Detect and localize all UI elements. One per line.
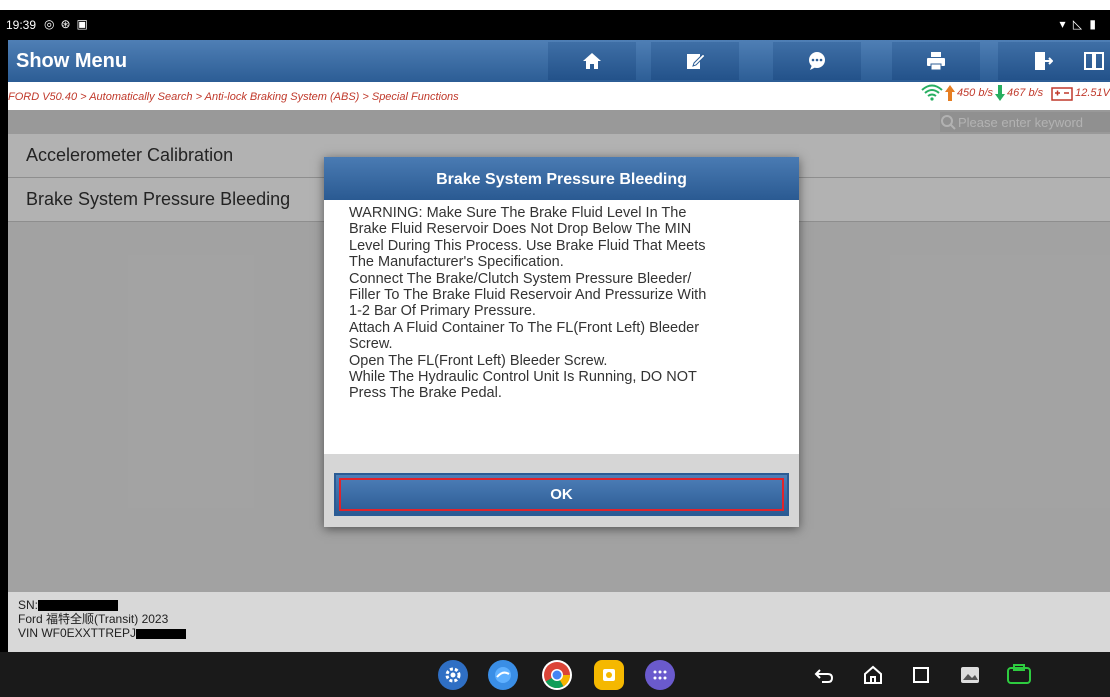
print-icon [927, 52, 945, 71]
brake-bleeding-dialog: Brake System Pressure Bleeding WARNING: … [324, 157, 799, 527]
gallery-button[interactable] [957, 662, 983, 688]
wifi-status-icon: ▾ [1059, 17, 1068, 31]
dialog-message: WARNING: Make Sure The Brake Fluid Level… [349, 205, 789, 402]
app-toolbar: Show Menu [8, 40, 1110, 82]
dialog-line: The Manufacturer's Specification. [349, 254, 564, 271]
breadcrumb: FORD V50.40 > Automatically Search > Ant… [8, 91, 459, 103]
settings-app-button[interactable] [438, 660, 468, 690]
upload-arrow-icon [944, 85, 955, 101]
ok-button[interactable]: OK [334, 473, 789, 516]
status-time: 19:39 [6, 18, 37, 32]
vci-button[interactable] [1006, 662, 1032, 688]
edit-button[interactable] [651, 42, 739, 80]
toolbar-title: Show Menu [16, 50, 128, 72]
home-button[interactable] [548, 42, 636, 80]
redacted-vin [136, 628, 187, 639]
top-margin [0, 0, 1110, 10]
dialog-line: Press The Brake Pedal. [349, 385, 502, 402]
bluetooth-icon: ⊛ [60, 17, 71, 31]
download-rate: 467 b/s [1007, 87, 1044, 99]
vci-icon [1007, 664, 1031, 684]
connection-status: 450 b/s 467 b/s 12.51V [921, 84, 1110, 102]
dialog-line: Connect The Brake/Clutch System Pressure… [349, 270, 692, 287]
upload-rate: 450 b/s [956, 87, 994, 99]
diagnostic-app-button[interactable] [594, 660, 624, 690]
dialog-line: Level During This Process. Use Brake Flu… [349, 237, 706, 254]
sn-label: SN: [18, 598, 39, 612]
dialog-line: Filler To The Brake Fluid Reservoir And … [349, 287, 707, 304]
dialog-title: Brake System Pressure Bleeding [324, 157, 799, 200]
chrome-icon [544, 662, 571, 689]
battery-icon: ▮ [1089, 17, 1098, 31]
gear-icon [445, 667, 461, 683]
exit-icon [1035, 52, 1053, 70]
dialog-line: While The Hydraulic Control Unit Is Runn… [349, 369, 697, 386]
battery-voltage-icon [1051, 87, 1073, 101]
signal-icon: ◺ [1072, 17, 1085, 31]
android-status-bar: 19:39 ◎ ⊛ ▣ ▾ ◺ ▮ [0, 10, 1110, 40]
dialog-line: WARNING: Make Sure The Brake Fluid Level… [349, 205, 687, 221]
dialog-line: Open The FL(Front Left) Bleeder Screw. [349, 352, 608, 369]
dialog-line: Brake Fluid Reservoir Does Not Drop Belo… [349, 221, 692, 238]
exit-button[interactable] [998, 42, 1086, 80]
message-icon: ◎ [44, 17, 55, 31]
back-icon [814, 669, 834, 683]
battery-voltage: 12.51V [1075, 87, 1110, 99]
browser-icon [495, 667, 511, 683]
dialog-line: Attach A Fluid Container To The FL(Front… [349, 319, 700, 336]
recents-button[interactable] [908, 662, 934, 688]
recents-icon [913, 667, 929, 683]
chrome-app-button[interactable] [542, 660, 572, 690]
dialog-line: 1-2 Bar Of Primary Pressure. [349, 303, 536, 320]
print-button[interactable] [892, 42, 980, 80]
app-drawer-icon [653, 670, 667, 680]
split-view-icon [1084, 52, 1104, 70]
card-icon: ▣ [76, 17, 88, 31]
home-nav-icon [864, 665, 882, 684]
home-nav-button[interactable] [860, 662, 886, 688]
vehicle-info: SN: Ford 福特全顺(Transit) 2023 VIN WF0EXXTT… [8, 592, 1110, 652]
dialog-line: Screw. [349, 336, 393, 353]
breadcrumb-bar: FORD V50.40 > Automatically Search > Ant… [8, 82, 1110, 110]
download-arrow-icon [995, 85, 1006, 101]
android-nav-bar [0, 652, 1110, 697]
dialog-footer: OK [324, 454, 799, 527]
vin-label: VIN WF0EXXTTREPJ [18, 626, 137, 640]
home-icon [583, 53, 601, 69]
edit-icon [687, 53, 706, 69]
split-view-button[interactable] [1078, 42, 1110, 80]
wifi-icon [921, 84, 943, 101]
redacted-sn [38, 600, 119, 612]
app-drawer-button[interactable] [645, 660, 675, 690]
chat-button[interactable] [773, 42, 861, 80]
back-button[interactable] [811, 662, 837, 688]
chat-icon [809, 52, 825, 70]
ok-button-label: OK [550, 486, 573, 503]
diagnostic-app-icon [603, 669, 615, 681]
browser-app-button[interactable] [488, 660, 518, 690]
gallery-icon [961, 667, 979, 683]
vehicle-model: Ford 福特全顺(Transit) 2023 [18, 612, 169, 626]
